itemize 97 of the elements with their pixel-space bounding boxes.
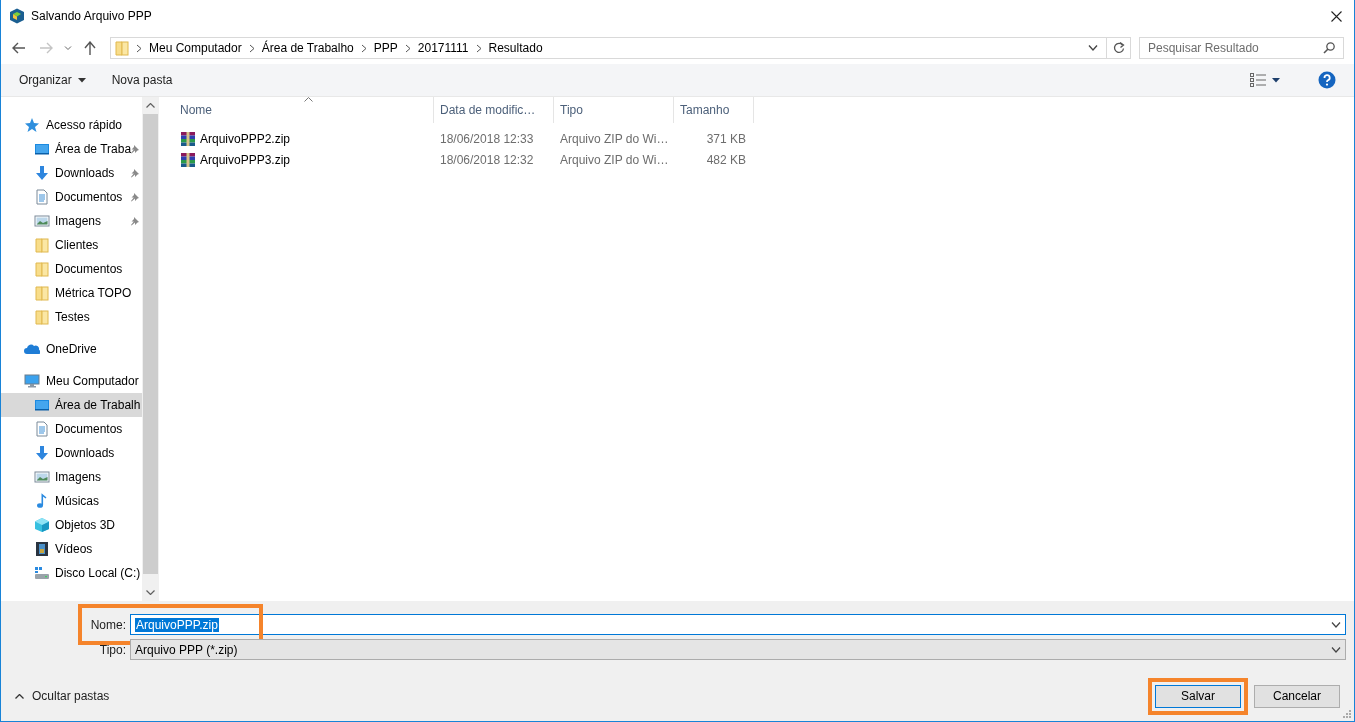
sidebar-item[interactable]: Testes: [1, 305, 142, 329]
sidebar-item[interactable]: Documentos: [1, 257, 142, 281]
sidebar-item[interactable]: Vídeos: [1, 537, 142, 561]
monitor-icon: [34, 397, 50, 413]
chevron-right-icon: [136, 43, 142, 53]
image-icon: [34, 213, 50, 229]
search-field[interactable]: Pesquisar Resultado: [1139, 37, 1344, 59]
address-bar[interactable]: Meu Computador Área de Trabalho PPP 20171111 Resultado: [110, 37, 1107, 59]
sidebar-item[interactable]: Imagens: [1, 209, 142, 233]
sidebar-item[interactable]: Área de Trabalh: [1, 393, 142, 417]
sidebar-item[interactable]: Disco Local (C:): [1, 561, 142, 585]
organize-menu[interactable]: Organizar: [9, 68, 96, 92]
table-cell-text: 371 KB: [705, 131, 747, 146]
dialog-button[interactable]: Cancelar: [1254, 684, 1340, 708]
breadcrumb-item[interactable]: 20171111: [417, 41, 469, 55]
dropdown-chevron-icon: [1331, 646, 1341, 653]
refresh-button[interactable]: [1107, 37, 1131, 59]
table-cell-text: Arquivo ZIP do Wi…: [559, 152, 670, 167]
folder-icon: [34, 261, 50, 277]
refresh-icon: [1112, 42, 1125, 54]
chevron-right-icon: [404, 43, 411, 53]
new-folder-button[interactable]: Nova pasta: [101, 68, 183, 92]
close-icon[interactable]: [1331, 10, 1342, 22]
sidebar-item[interactable]: Objetos 3D: [1, 513, 142, 537]
resize-grip-icon: [1343, 710, 1351, 718]
folder-icon: [34, 285, 50, 301]
archive-icon: [180, 130, 196, 147]
scroll-down-icon[interactable]: [145, 590, 155, 595]
sidebar-item[interactable]: Downloads: [1, 161, 142, 185]
archive-icon: [180, 151, 196, 168]
search-icon: [1323, 42, 1335, 54]
details-view-icon: [1250, 73, 1266, 87]
sort-up-icon: [303, 97, 313, 102]
table-cell-text: 18/06/2018 12:32: [439, 152, 535, 167]
hide-folders-button[interactable]: Ocultar pastas: [15, 689, 110, 703]
file-name-field[interactable]: ArquivoPPP.zip: [130, 614, 1346, 635]
dialog-button[interactable]: Salvar: [1148, 677, 1248, 715]
drive-icon: [34, 565, 50, 581]
down-arrow-icon: [34, 165, 50, 181]
field-label: Nome:: [89, 617, 127, 632]
sidebar-item[interactable]: Meu Computador: [1, 369, 142, 393]
up-arrow-icon[interactable]: [84, 41, 96, 55]
sidebar-item[interactable]: Documentos: [1, 417, 142, 441]
collapse-chevron-icon: [15, 693, 24, 699]
chevron-right-icon: [360, 43, 367, 53]
caret-down-icon: [1272, 77, 1280, 83]
dropdown-chevron-icon: [1331, 621, 1341, 628]
table-cell-text: 482 KB: [705, 152, 747, 167]
column-header[interactable]: Tipo: [554, 97, 674, 123]
sidebar-item[interactable]: Imagens: [1, 465, 142, 489]
back-arrow-icon[interactable]: [12, 42, 26, 54]
table-cell-text: 18/06/2018 12:33: [439, 131, 535, 146]
sidebar-item[interactable]: Músicas: [1, 489, 142, 513]
image-icon: [34, 469, 50, 485]
pin-icon: [130, 144, 140, 154]
file-name[interactable]: ArquivoPPP3.zip: [200, 152, 291, 167]
sidebar-item[interactable]: OneDrive: [1, 337, 142, 361]
sidebar-item[interactable]: Área de Traba: [1, 137, 142, 161]
chevron-right-icon: [248, 43, 255, 53]
breadcrumb-item[interactable]: Resultado: [488, 41, 543, 55]
folder-icon: [34, 237, 50, 253]
breadcrumb-item[interactable]: PPP: [373, 41, 398, 55]
sidebar-item[interactable]: Acesso rápido: [1, 113, 142, 137]
breadcrumb-item[interactable]: Área de Trabalho: [261, 41, 354, 55]
sidebar-item[interactable]: Documentos: [1, 185, 142, 209]
computer-icon: [24, 373, 40, 389]
scroll-thumb[interactable]: [142, 114, 158, 574]
document-icon: [34, 421, 50, 437]
star-icon: [24, 117, 40, 133]
pin-icon: [130, 216, 140, 226]
sidebar-item[interactable]: Downloads: [1, 441, 142, 465]
caret-down-icon: [77, 77, 86, 83]
table-cell-text: Arquivo ZIP do Wi…: [559, 131, 670, 146]
folder-icon: [34, 309, 50, 325]
field-label: Tipo:: [98, 642, 127, 657]
monitor-icon: [34, 141, 50, 157]
file-type-dropdown[interactable]: Arquivo PPP (*.zip): [130, 639, 1346, 660]
column-header[interactable]: Tamanho: [674, 97, 754, 123]
column-header[interactable]: Nome: [174, 97, 434, 123]
help-icon[interactable]: [1318, 71, 1336, 89]
pin-icon: [130, 192, 140, 202]
film-icon: [34, 541, 50, 557]
breadcrumb-item[interactable]: Meu Computador: [149, 41, 242, 55]
sidebar-item[interactable]: Métrica TOPO: [1, 281, 142, 305]
column-header[interactable]: Data de modific…: [434, 97, 554, 123]
cube-icon: [34, 517, 50, 533]
scroll-up-icon[interactable]: [145, 103, 155, 108]
chevron-right-icon: [475, 43, 482, 53]
down-arrow-icon: [34, 445, 50, 461]
pin-icon: [130, 168, 140, 178]
file-name[interactable]: ArquivoPPP2.zip: [200, 131, 291, 146]
dropdown-chevron-icon[interactable]: [1088, 45, 1098, 51]
window-title: Salvando Arquivo PPP: [31, 9, 152, 23]
app-icon: [9, 8, 25, 24]
folder-icon: [114, 40, 130, 56]
sidebar-item[interactable]: Clientes: [1, 233, 142, 257]
document-icon: [34, 189, 50, 205]
